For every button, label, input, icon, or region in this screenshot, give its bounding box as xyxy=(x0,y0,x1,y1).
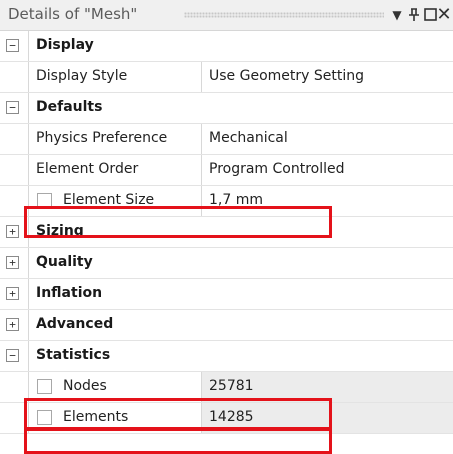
property-value-cell: 14285 xyxy=(202,403,453,433)
expand-icon[interactable]: + xyxy=(6,256,19,269)
property-value-cell[interactable]: Use Geometry Setting xyxy=(202,62,453,92)
category-label: Quality xyxy=(36,254,93,270)
property-value: 1,7 mm xyxy=(209,192,263,208)
drag-grip[interactable] xyxy=(184,12,384,18)
property-name-cell: Elements xyxy=(28,403,202,433)
close-icon[interactable]: ✕ xyxy=(436,3,452,27)
category-display[interactable]: − Display xyxy=(0,31,453,62)
property-name: Display Style xyxy=(36,68,128,84)
property-name-cell: Physics Preference xyxy=(28,124,202,154)
property-value: Use Geometry Setting xyxy=(209,68,364,84)
category-statistics[interactable]: − Statistics xyxy=(0,341,453,372)
category-label: Sizing xyxy=(36,223,84,239)
panel-title: Details of "Mesh" xyxy=(8,5,138,23)
property-name: Element Order xyxy=(36,161,139,177)
property-row-element-size[interactable]: Element Size 1,7 mm xyxy=(0,186,453,217)
expand-icon[interactable]: + xyxy=(6,225,19,238)
category-label: Defaults xyxy=(36,99,103,115)
property-name: Nodes xyxy=(63,378,107,394)
category-quality[interactable]: + Quality xyxy=(0,248,453,279)
property-row-element-order[interactable]: Element Order Program Controlled xyxy=(0,155,453,186)
property-row-nodes[interactable]: Nodes 25781 xyxy=(0,372,453,403)
property-row-physics-preference[interactable]: Physics Preference Mechanical xyxy=(0,124,453,155)
property-name: Element Size xyxy=(63,192,155,208)
category-advanced[interactable]: + Advanced xyxy=(0,310,453,341)
property-value: 25781 xyxy=(209,378,254,394)
property-row-display-style[interactable]: Display Style Use Geometry Setting xyxy=(0,62,453,93)
category-label: Inflation xyxy=(36,285,103,301)
property-row-elements[interactable]: Elements 14285 xyxy=(0,403,453,434)
property-value-cell[interactable]: Program Controlled xyxy=(202,155,453,185)
property-value: Mechanical xyxy=(209,130,288,146)
expand-icon[interactable]: + xyxy=(6,318,19,331)
parameter-checkbox[interactable] xyxy=(37,193,52,208)
property-value-cell[interactable]: Mechanical xyxy=(202,124,453,154)
triangle-down-icon[interactable]: ▼ xyxy=(389,3,405,27)
property-name-cell: Element Order xyxy=(28,155,202,185)
property-value-cell[interactable]: 1,7 mm xyxy=(202,186,453,216)
property-name: Elements xyxy=(63,409,129,425)
property-value: Program Controlled xyxy=(209,161,345,177)
parameter-checkbox[interactable] xyxy=(37,410,52,425)
parameter-checkbox[interactable] xyxy=(37,379,52,394)
property-name: Physics Preference xyxy=(36,130,168,146)
property-name-cell: Element Size xyxy=(28,186,202,216)
property-name-cell: Nodes xyxy=(28,372,202,402)
category-defaults[interactable]: − Defaults xyxy=(0,93,453,124)
category-sizing[interactable]: + Sizing xyxy=(0,217,453,248)
collapse-icon[interactable]: − xyxy=(6,349,19,362)
category-label: Advanced xyxy=(36,316,114,332)
collapse-icon[interactable]: − xyxy=(6,101,19,114)
property-value: 14285 xyxy=(209,409,254,425)
pin-icon[interactable] xyxy=(406,3,422,27)
expand-icon[interactable]: + xyxy=(6,287,19,300)
category-label: Statistics xyxy=(36,347,111,363)
panel-titlebar: Details of "Mesh" ▼ ✕ xyxy=(0,0,453,31)
category-label: Display xyxy=(36,37,94,53)
details-panel: Details of "Mesh" ▼ ✕ − Display Display … xyxy=(0,0,453,454)
property-value-cell: 25781 xyxy=(202,372,453,402)
category-inflation[interactable]: + Inflation xyxy=(0,279,453,310)
property-tree: − Display Display Style Use Geometry Set… xyxy=(0,31,453,434)
collapse-icon[interactable]: − xyxy=(6,39,19,52)
property-name-cell: Display Style xyxy=(28,62,202,92)
